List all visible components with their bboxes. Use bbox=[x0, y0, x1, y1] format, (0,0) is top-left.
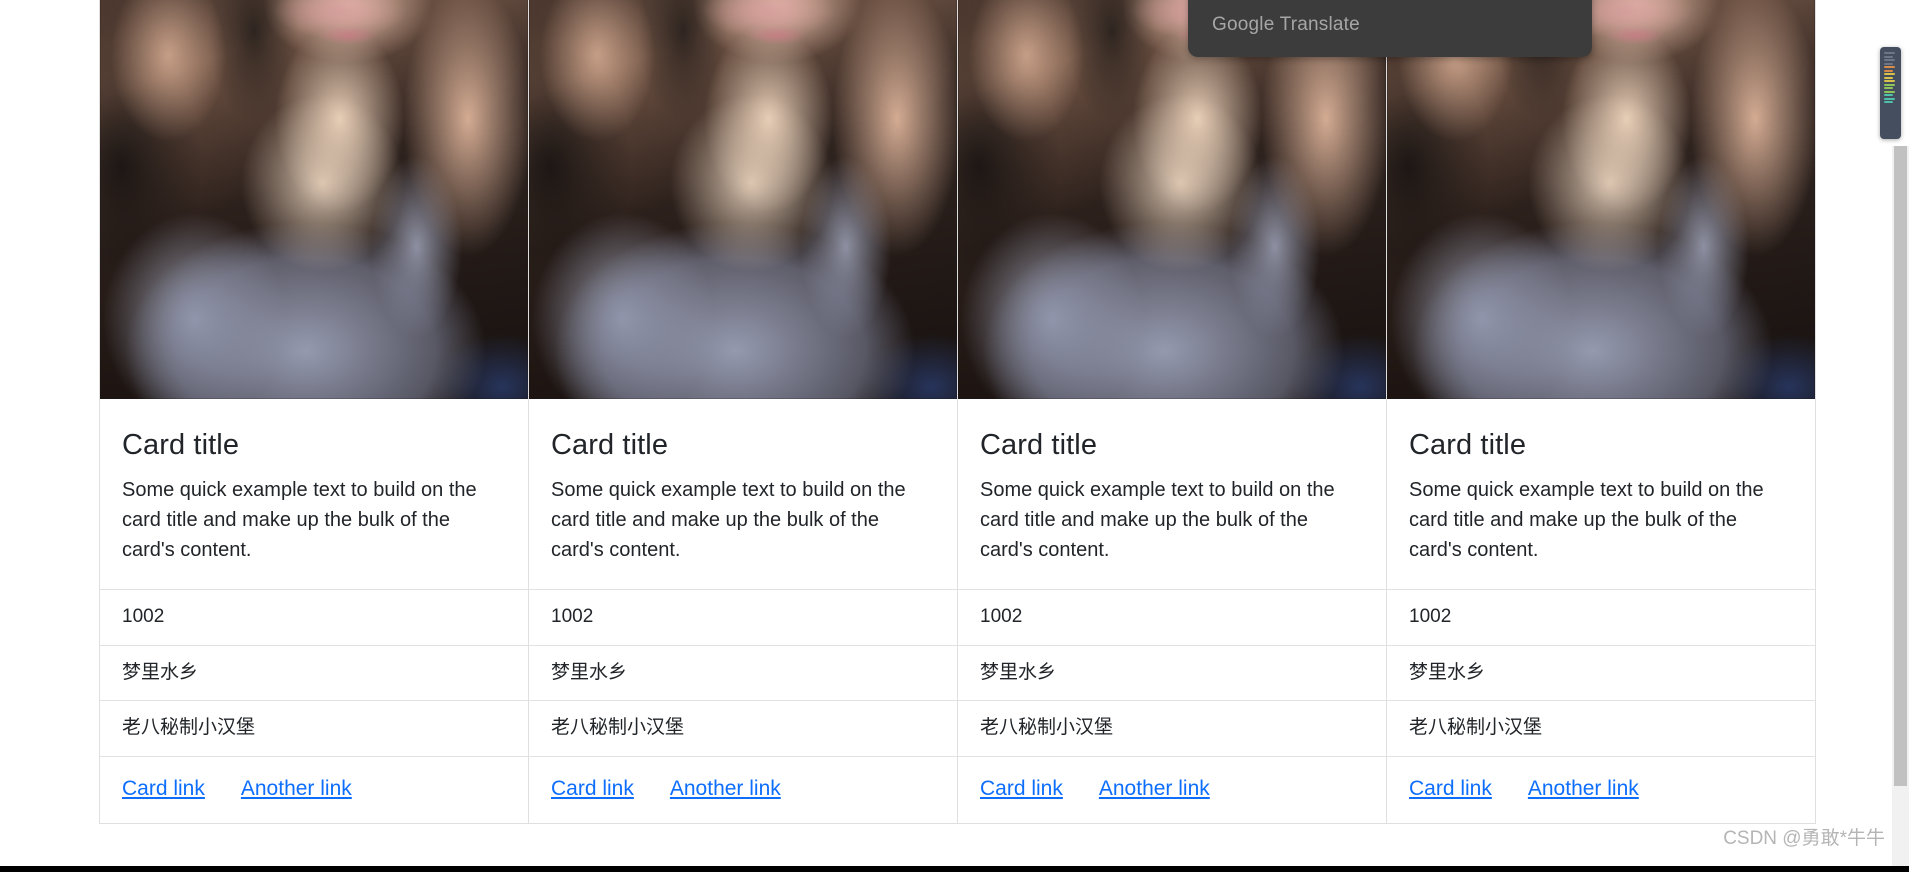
card-links: Card link Another link bbox=[1387, 757, 1815, 823]
list-item: 老八秘制小汉堡 bbox=[958, 701, 1386, 757]
list-item: 梦里水乡 bbox=[958, 645, 1386, 702]
list-item: 老八秘制小汉堡 bbox=[529, 701, 957, 757]
list-item: 梦里水乡 bbox=[529, 645, 957, 702]
card-image bbox=[529, 0, 957, 399]
minimap-line bbox=[1884, 62, 1894, 65]
card-links: Card link Another link bbox=[529, 757, 957, 823]
another-link[interactable]: Another link bbox=[241, 777, 352, 801]
card-link[interactable]: Card link bbox=[122, 777, 205, 801]
minimap-line bbox=[1884, 97, 1896, 100]
minimap-line bbox=[1884, 52, 1896, 54]
minimap-line bbox=[1884, 69, 1894, 72]
card-image bbox=[1387, 0, 1815, 399]
google-translate-label: Google Translate bbox=[1212, 13, 1360, 35]
code-minimap-widget[interactable] bbox=[1880, 47, 1901, 139]
card-title: Card title bbox=[122, 429, 240, 461]
list-item: 梦里水乡 bbox=[100, 645, 528, 702]
list-item: 1002 bbox=[100, 590, 528, 646]
card-text: Some quick example text to build on the … bbox=[980, 479, 1335, 561]
card-links: Card link Another link bbox=[958, 757, 1386, 823]
portrait-photo-image bbox=[1387, 0, 1815, 399]
card-list-group: 1002 梦里水乡 老八秘制小汉堡 bbox=[1387, 590, 1815, 757]
card-link[interactable]: Card link bbox=[551, 777, 634, 801]
another-link[interactable]: Another link bbox=[670, 777, 781, 801]
card: Card title Some quick example text to bu… bbox=[528, 0, 958, 824]
minimap-line bbox=[1884, 55, 1894, 58]
minimap-line bbox=[1884, 83, 1896, 86]
card-body: Card title Some quick example text to bu… bbox=[958, 399, 1386, 591]
minimap-line bbox=[1884, 94, 1894, 96]
minimap-line bbox=[1884, 66, 1896, 68]
minimap-line bbox=[1884, 73, 1896, 75]
list-item: 1002 bbox=[529, 590, 957, 646]
card-link[interactable]: Card link bbox=[1409, 777, 1492, 801]
list-item: 1002 bbox=[1387, 590, 1815, 646]
minimap-line bbox=[1884, 87, 1894, 89]
card-list-group: 1002 梦里水乡 老八秘制小汉堡 bbox=[100, 590, 528, 757]
another-link[interactable]: Another link bbox=[1528, 777, 1639, 801]
list-item: 1002 bbox=[958, 590, 1386, 646]
card-list-group: 1002 梦里水乡 老八秘制小汉堡 bbox=[529, 590, 957, 757]
card: Card title Some quick example text to bu… bbox=[99, 0, 529, 824]
minimap-line bbox=[1884, 76, 1894, 79]
card-text: Some quick example text to build on the … bbox=[1409, 479, 1764, 561]
list-item: 梦里水乡 bbox=[1387, 645, 1815, 702]
card-links: Card link Another link bbox=[100, 757, 528, 823]
card-list-group: 1002 梦里水乡 老八秘制小汉堡 bbox=[958, 590, 1386, 757]
card-body: Card title Some quick example text to bu… bbox=[529, 399, 957, 591]
google-translate-tooltip[interactable]: Google Translate bbox=[1188, 0, 1592, 57]
card-title: Card title bbox=[1409, 429, 1527, 461]
vertical-scrollbar-thumb[interactable] bbox=[1894, 146, 1907, 786]
card: Card title Some quick example text to bu… bbox=[957, 0, 1387, 824]
minimap-line bbox=[1884, 101, 1894, 103]
portrait-photo-image bbox=[958, 0, 1386, 399]
bottom-black-bar bbox=[0, 866, 1909, 872]
csdn-watermark: CSDN @勇敢*牛牛 bbox=[1723, 828, 1885, 849]
minimap-line bbox=[1884, 59, 1896, 61]
card-title: Card title bbox=[980, 429, 1098, 461]
minimap-line bbox=[1884, 90, 1896, 93]
list-item: 老八秘制小汉堡 bbox=[1387, 701, 1815, 757]
card-body: Card title Some quick example text to bu… bbox=[100, 399, 528, 591]
card-deck: Card title Some quick example text to bu… bbox=[99, 0, 1816, 824]
portrait-photo-image bbox=[100, 0, 528, 399]
card-text: Some quick example text to build on the … bbox=[551, 479, 906, 561]
card-title: Card title bbox=[551, 429, 669, 461]
card-image bbox=[100, 0, 528, 399]
list-item: 老八秘制小汉堡 bbox=[100, 701, 528, 757]
card-body: Card title Some quick example text to bu… bbox=[1387, 399, 1815, 591]
card-text: Some quick example text to build on the … bbox=[122, 479, 477, 561]
another-link[interactable]: Another link bbox=[1099, 777, 1210, 801]
portrait-photo-image bbox=[529, 0, 957, 399]
card-image bbox=[958, 0, 1386, 399]
vertical-scrollbar-track[interactable] bbox=[1892, 146, 1909, 872]
card-link[interactable]: Card link bbox=[980, 777, 1063, 801]
page-root: Card title Some quick example text to bu… bbox=[0, 0, 1909, 872]
card: Card title Some quick example text to bu… bbox=[1386, 0, 1816, 824]
minimap-line bbox=[1884, 80, 1896, 82]
